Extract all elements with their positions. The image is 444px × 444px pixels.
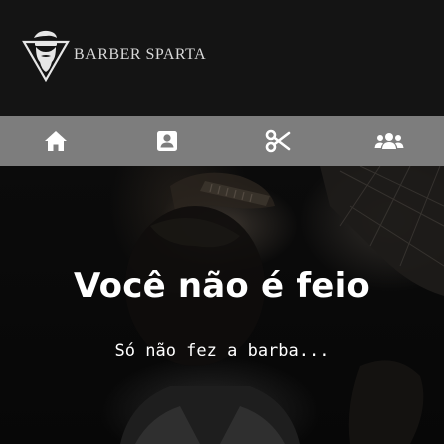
nav-contact[interactable] [137, 116, 197, 166]
users-group-icon [374, 133, 403, 149]
hero-subline: Só não fez a barba... [114, 341, 330, 361]
hero-section: Você não é feio Só não fez a barba... [0, 166, 444, 444]
home-icon [44, 131, 67, 151]
brand-name: BARBER SPARTA [74, 46, 207, 63]
nav-home[interactable] [26, 116, 86, 166]
main-nav [0, 116, 444, 166]
scissors-icon [265, 129, 290, 153]
site-header: BARBER SPARTA [0, 0, 444, 116]
logo-link[interactable]: BARBER SPARTA [22, 28, 206, 82]
bearded-man-triangle-logo-icon [22, 30, 70, 82]
hero-headline: Você não é feio [74, 266, 370, 306]
contact-card-icon [156, 131, 177, 151]
nav-services[interactable] [248, 116, 308, 166]
nav-team[interactable] [359, 116, 419, 166]
